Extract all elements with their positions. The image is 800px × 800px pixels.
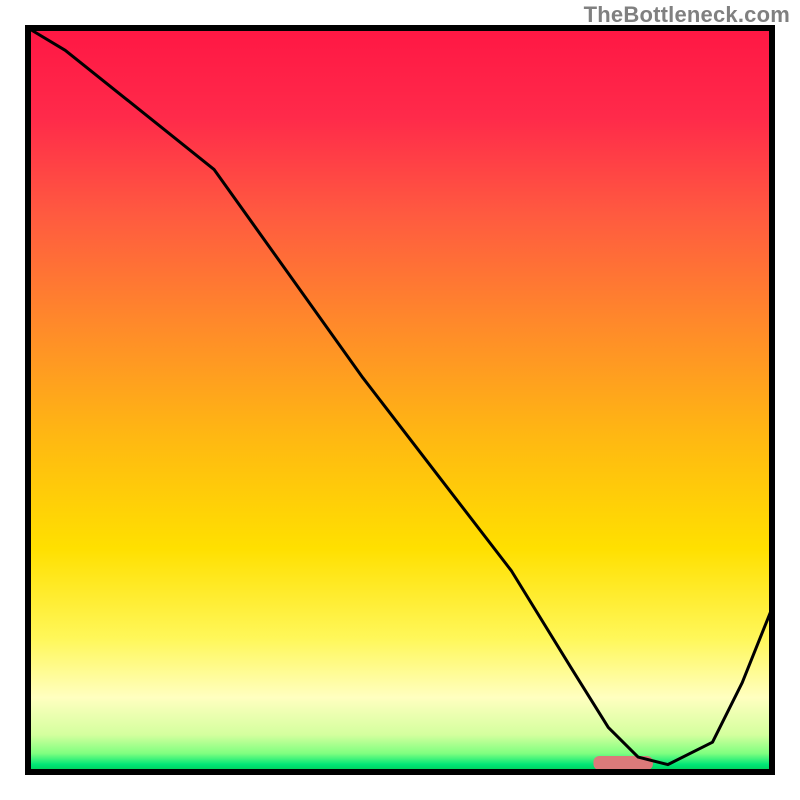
chart-wrap: TheBottleneck.com	[0, 0, 800, 800]
bottleneck-chart	[0, 0, 800, 800]
plot-background	[28, 28, 772, 772]
